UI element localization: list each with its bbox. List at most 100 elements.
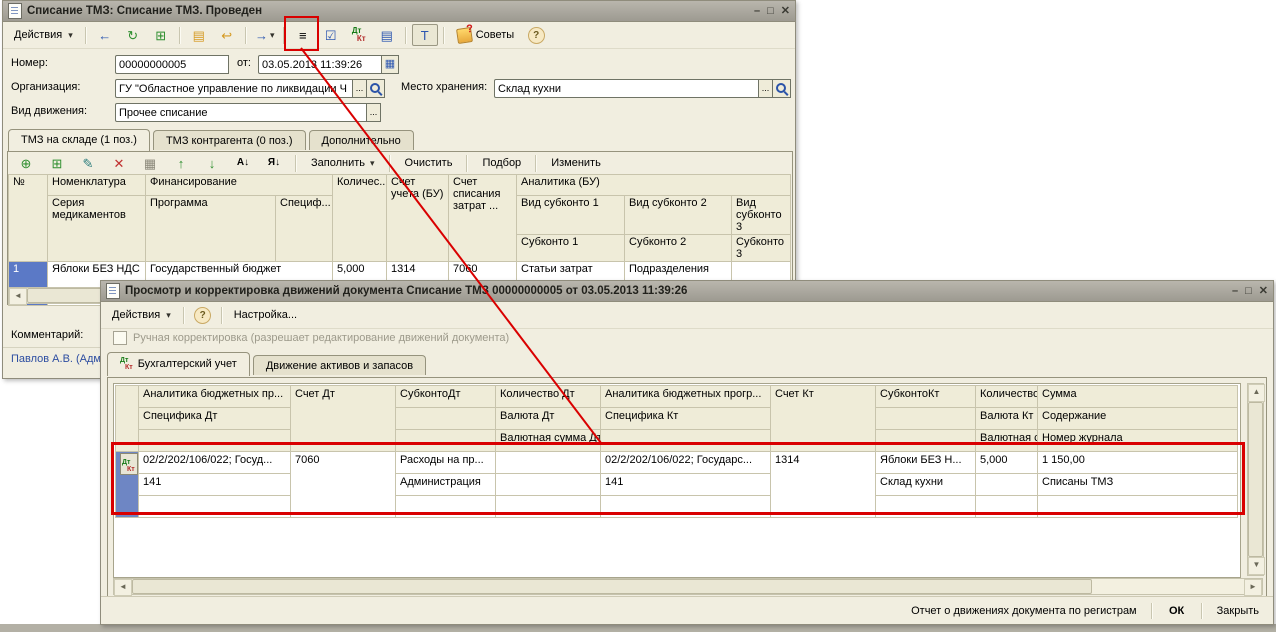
change-button[interactable]: Изменить [545,152,607,174]
table-row[interactable] [116,496,1238,518]
empty-cell[interactable] [1038,496,1238,518]
organization-field[interactable] [115,79,353,98]
tips-button[interactable]: ? Советы [450,24,521,46]
scroll-right-icon[interactable]: ► [1244,579,1262,596]
structure-button[interactable]: ≡ [290,24,316,46]
tab-accounting[interactable]: ДтКт Бухгалтерский учет [107,352,250,376]
table-row[interactable]: ДтКт 02/2/202/106/022; Госуд... 7060 Рас… [116,452,1238,474]
add-row-button[interactable]: ⊕ [13,152,39,174]
end-edit-button[interactable]: ▦ [137,152,163,174]
dt-spec-cell[interactable]: 141 [139,474,291,496]
movements-vertical-scrollbar[interactable]: ▲ ▼ [1247,383,1264,576]
kt-spec-cell[interactable]: 141 [601,474,771,496]
row-selector-cell[interactable]: ДтКт [116,452,139,518]
dt-quantity-cell[interactable] [496,452,601,474]
kt-currency-cell[interactable] [976,474,1038,496]
sort-ascending-button[interactable]: А↓ [230,152,256,174]
organization-select-button[interactable]: ... [353,79,367,98]
dt-analytics-cell[interactable]: 02/2/202/106/022; Госуд... [139,452,291,474]
filter-button[interactable]: Т [412,24,438,46]
scroll-up-icon[interactable]: ▲ [1248,384,1265,402]
movements-horizontal-scrollbar[interactable]: ◄ ► [113,578,1263,595]
kt-analytics-cell[interactable]: 02/2/202/106/022; Государс... [601,452,771,474]
copy-row-button[interactable]: ⊞ [44,152,70,174]
help-button[interactable]: ? [190,304,216,326]
minimize-icon[interactable]: – [1232,284,1238,298]
help-button[interactable]: ? [523,24,549,46]
document-list-icon: ▤ [381,29,393,42]
storage-select-button[interactable]: ... [759,79,773,98]
calendar-button[interactable]: ▦ [382,55,399,74]
movements-window-titlebar[interactable]: Просмотр и корректировка движений докуме… [101,281,1273,302]
close-icon[interactable]: ✕ [1259,284,1268,298]
responsible-link[interactable]: Павлов А.В. (Адм [11,353,103,365]
register-report-button[interactable]: Отчет о движениях документа по регистрам [905,600,1143,622]
checklist-button[interactable]: ☑ [318,24,344,46]
tab-tmz-warehouse[interactable]: ТМЗ на складе (1 поз.) [8,129,150,151]
movements-tabs: ДтКт Бухгалтерский учет Движение активов… [107,352,426,375]
scroll-left-icon[interactable]: ◄ [114,579,132,596]
scrollbar-track[interactable] [1092,579,1244,594]
storage-search-button[interactable] [773,79,791,98]
empty-cell[interactable] [139,496,291,518]
reread-button[interactable]: ← [92,24,118,46]
close-icon[interactable]: ✕ [781,4,790,18]
dt-account-cell[interactable]: 7060 [291,452,396,518]
move-down-button[interactable]: ↓ [199,152,225,174]
dtkt-movements-button[interactable]: ДтКт [346,24,372,46]
empty-cell[interactable] [876,496,976,518]
kt-subconto1-cell[interactable]: Яблоки БЕЗ Н... [876,452,976,474]
document-list-button[interactable]: ▤ [374,24,400,46]
content-cell[interactable]: Списаны ТМЗ [1038,474,1238,496]
empty-cell[interactable] [496,496,601,518]
table-row[interactable]: 141 Администрация 141 Склад кухни Списан… [116,474,1238,496]
goto-menu-button[interactable]: → ▾ [252,24,278,46]
close-window-button[interactable]: Закрыть [1211,600,1265,622]
kt-account-cell[interactable]: 1314 [771,452,876,518]
settings-button[interactable]: Настройка... [228,304,303,326]
refresh-button[interactable]: ↻ [120,24,146,46]
dt-subconto1-cell[interactable]: Расходы на пр... [396,452,496,474]
dt-subconto2-cell[interactable]: Администрация [396,474,496,496]
sort-ascending-icon: А↓ [237,158,249,168]
scroll-left-icon[interactable]: ◄ [9,288,27,305]
dt-currency-cell[interactable] [496,474,601,496]
delete-row-button[interactable]: ✕ [106,152,132,174]
storage-field[interactable] [494,79,759,98]
move-up-button[interactable]: ↑ [168,152,194,174]
maximize-icon[interactable]: □ [1245,284,1252,298]
actions-menu-button[interactable]: Действия ▾ [105,304,178,326]
kt-subconto2-cell[interactable]: Склад кухни [876,474,976,496]
tab-additional[interactable]: Дополнительно [309,130,414,150]
document-window-titlebar[interactable]: Списание ТМЗ: Списание ТМЗ. Проведен – □… [3,1,795,22]
post-document-button[interactable]: ▤ [186,24,212,46]
pick-button[interactable]: Подбор [476,152,527,174]
ok-button[interactable]: ОК [1161,600,1193,622]
kt-quantity-cell[interactable]: 5,000 [976,452,1038,474]
tab-tmz-counterparty[interactable]: ТМЗ контрагента (0 поз.) [153,130,306,150]
empty-cell[interactable] [976,496,1038,518]
clear-button[interactable]: Очистить [399,152,459,174]
manual-correction-checkbox[interactable] [113,331,127,345]
tab-assets-movement[interactable]: Движение активов и запасов [253,355,426,375]
sum-cell[interactable]: 1 150,00 [1038,452,1238,474]
edit-row-button[interactable]: ✎ [75,152,101,174]
unpost-document-button[interactable]: ↩ [214,24,240,46]
empty-cell[interactable] [396,496,496,518]
movement-type-field[interactable] [115,103,367,122]
scrollbar-thumb[interactable] [132,579,1092,594]
empty-cell[interactable] [601,496,771,518]
organization-search-button[interactable] [367,79,385,98]
col-header-empty [396,408,496,430]
date-field[interactable] [258,55,382,74]
copy-document-button[interactable]: ⊞ [148,24,174,46]
minimize-icon[interactable]: – [754,4,760,18]
number-field[interactable] [115,55,229,74]
sort-descending-button[interactable]: Я↓ [261,152,287,174]
scroll-down-icon[interactable]: ▼ [1248,557,1265,575]
maximize-icon[interactable]: □ [767,4,774,18]
movement-type-select-button[interactable]: ... [367,103,381,122]
actions-menu-button[interactable]: Действия ▾ [7,24,80,46]
scrollbar-thumb[interactable] [1248,402,1263,557]
fill-menu-button[interactable]: Заполнить ▾ [305,152,381,174]
